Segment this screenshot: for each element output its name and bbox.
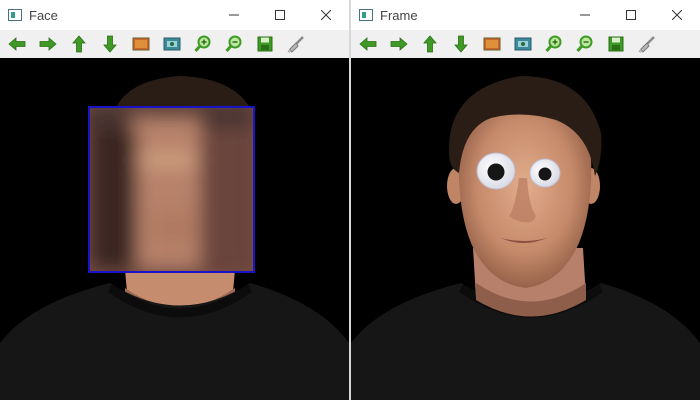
app-icon <box>8 9 22 21</box>
pan-right-button[interactable] <box>35 32 61 56</box>
googly-eye-right <box>529 158 561 188</box>
pan-right-button[interactable] <box>386 32 412 56</box>
brush-icon <box>638 36 655 53</box>
save-image-button[interactable] <box>510 32 536 56</box>
window-title: Frame <box>380 7 418 23</box>
zoom-in-button[interactable] <box>190 32 216 56</box>
maximize-icon <box>626 10 636 20</box>
arrow-right-icon <box>390 37 408 51</box>
frame-image <box>351 58 700 400</box>
frame-window: Frame <box>351 0 700 400</box>
arrow-down-icon <box>103 35 117 53</box>
pan-up-button[interactable] <box>66 32 92 56</box>
close-button[interactable] <box>654 0 700 30</box>
zoom-out-button[interactable] <box>221 32 247 56</box>
window-title: Face <box>29 7 58 23</box>
zoom-out-icon <box>576 35 593 53</box>
save-image-icon <box>163 37 181 51</box>
image-view[interactable] <box>351 58 700 400</box>
app-icon <box>359 9 373 21</box>
arrow-right-icon <box>39 37 57 51</box>
pan-left-button[interactable] <box>355 32 381 56</box>
minimize-icon <box>229 14 239 16</box>
zoom-in-icon <box>194 35 211 53</box>
close-icon <box>672 10 682 20</box>
zoom-in-button[interactable] <box>541 32 567 56</box>
pan-down-button[interactable] <box>448 32 474 56</box>
zoom-fit-button[interactable] <box>479 32 505 56</box>
properties-button[interactable] <box>283 32 309 56</box>
image-icon <box>483 37 501 51</box>
pan-left-button[interactable] <box>4 32 30 56</box>
toolbar <box>0 30 349 58</box>
pan-up-button[interactable] <box>417 32 443 56</box>
arrow-left-icon <box>8 37 26 51</box>
minimize-button[interactable] <box>211 0 257 30</box>
arrow-up-icon <box>72 35 86 53</box>
brush-icon <box>287 36 304 53</box>
maximize-button[interactable] <box>608 0 654 30</box>
minimize-button[interactable] <box>562 0 608 30</box>
image-view[interactable] <box>0 58 349 400</box>
close-icon <box>321 10 331 20</box>
image-icon <box>132 37 150 51</box>
googly-eye-left <box>476 152 516 190</box>
zoom-out-button[interactable] <box>572 32 598 56</box>
save-image-icon <box>514 37 532 51</box>
save-image-button[interactable] <box>159 32 185 56</box>
save-button[interactable] <box>603 32 629 56</box>
arrow-left-icon <box>359 37 377 51</box>
zoom-fit-button[interactable] <box>128 32 154 56</box>
blurred-face-region <box>89 107 254 272</box>
toolbar <box>351 30 700 58</box>
minimize-icon <box>580 14 590 16</box>
close-button[interactable] <box>303 0 349 30</box>
face-window: Face <box>0 0 349 400</box>
title-bar[interactable]: Face <box>0 0 349 30</box>
arrow-down-icon <box>454 35 468 53</box>
arrow-up-icon <box>423 35 437 53</box>
pan-down-button[interactable] <box>97 32 123 56</box>
zoom-in-icon <box>545 35 562 53</box>
save-icon <box>257 36 273 52</box>
save-button[interactable] <box>252 32 278 56</box>
save-icon <box>608 36 624 52</box>
properties-button[interactable] <box>634 32 660 56</box>
maximize-icon <box>275 10 285 20</box>
maximize-button[interactable] <box>257 0 303 30</box>
zoom-out-icon <box>225 35 242 53</box>
face-image <box>0 58 349 400</box>
title-bar[interactable]: Frame <box>351 0 700 30</box>
